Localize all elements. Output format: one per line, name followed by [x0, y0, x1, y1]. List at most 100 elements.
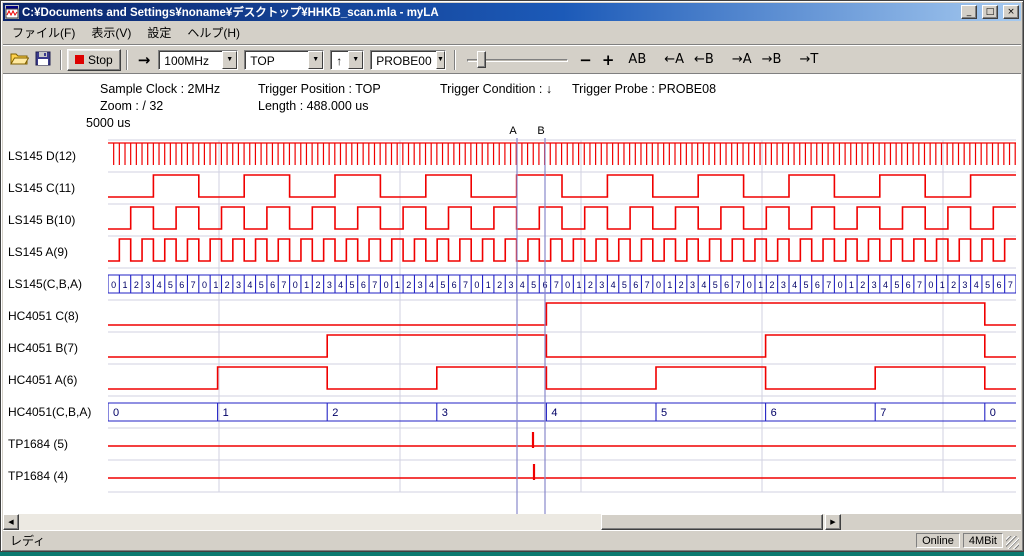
bus-value: 1 — [758, 280, 763, 290]
chevron-down-icon[interactable]: ▼ — [222, 51, 237, 69]
menu-view[interactable]: 表示(V) — [83, 21, 139, 44]
trigger-condition-info: Trigger Condition : ↓ — [440, 82, 552, 96]
scrollbar-thumb[interactable] — [601, 514, 823, 530]
trace-bit — [108, 367, 1016, 389]
channel-label: HC4051 A(6) — [8, 372, 77, 388]
bus-value: 4 — [883, 280, 888, 290]
scroll-left-button[interactable]: ◀ — [3, 514, 19, 530]
goto-a-left-button[interactable]: ←A — [659, 50, 689, 69]
bus-value: 7 — [735, 280, 740, 290]
app-window: C:¥Documents and Settings¥noname¥デスクトップ¥… — [0, 0, 1024, 552]
zoom-info: Zoom : / 32 — [100, 99, 163, 113]
menu-settings[interactable]: 設定 — [139, 21, 179, 44]
bus-value: 5 — [531, 280, 536, 290]
stop-icon — [75, 55, 84, 64]
bus-value: 0 — [565, 280, 570, 290]
chevron-down-icon[interactable]: ▼ — [348, 51, 363, 69]
zoom-slider[interactable] — [465, 49, 570, 71]
bus-value: 0 — [202, 280, 207, 290]
save-button[interactable] — [31, 49, 55, 71]
stop-button[interactable]: Stop — [67, 49, 121, 71]
chevron-down-icon[interactable]: ▼ — [308, 51, 323, 69]
trigger-probe-select[interactable]: PROBE00 ▼ — [370, 50, 446, 70]
cursor-b-label: B — [537, 125, 544, 137]
trace-bit — [108, 335, 1016, 357]
sample-clock-select[interactable]: 100MHz ▼ — [158, 50, 238, 70]
bus-value: 6 — [996, 280, 1001, 290]
title-bar: C:¥Documents and Settings¥noname¥デスクトップ¥… — [3, 3, 1021, 21]
goto-trigger-button[interactable]: →T — [794, 50, 823, 69]
chevron-down-icon[interactable]: ▼ — [436, 51, 446, 69]
scroll-right-button[interactable]: ▶ — [825, 514, 841, 530]
bus-value: 4 — [701, 280, 706, 290]
channel-label: HC4051 B(7) — [8, 340, 78, 356]
bus-value: 6 — [815, 280, 820, 290]
channel-label: LS145(C,B,A) — [8, 276, 82, 292]
zoom-in-button[interactable]: + — [597, 49, 620, 71]
bus-value: 5 — [259, 280, 264, 290]
zoom-slider-thumb[interactable] — [477, 51, 486, 68]
bus-value: 0 — [656, 280, 661, 290]
bus-value: 4 — [551, 407, 557, 419]
trigger-probe-value: PROBE00 — [371, 51, 435, 69]
bus-value: 2 — [679, 280, 684, 290]
horizontal-scrollbar-area: ◀ ▶ — [3, 514, 1021, 530]
sample-clock-value: 100MHz — [159, 51, 222, 69]
channel-label: LS145 B(10) — [8, 212, 75, 228]
run-button[interactable]: → — [133, 49, 156, 71]
bus-value: 2 — [315, 280, 320, 290]
bus-value: 4 — [611, 280, 616, 290]
bus-value: 7 — [917, 280, 922, 290]
goto-b-left-button[interactable]: ←B — [689, 50, 719, 69]
bus-value: 3 — [962, 280, 967, 290]
main-content: Sample Clock : 2MHz Trigger Position : T… — [3, 74, 1021, 514]
menu-help[interactable]: ヘルプ(H) — [179, 21, 248, 44]
bus-value: 0 — [384, 280, 389, 290]
memory-status: 4MBit — [963, 533, 1003, 548]
trigger-position-info: Trigger Position : TOP — [258, 82, 381, 96]
window-title: C:¥Documents and Settings¥noname¥デスクトップ¥… — [22, 4, 956, 20]
bus-value: 2 — [497, 280, 502, 290]
trace-bit — [108, 207, 1016, 229]
bus-value: 6 — [452, 280, 457, 290]
trigger-position-select[interactable]: TOP ▼ — [244, 50, 324, 70]
maximize-button[interactable]: □ — [982, 5, 998, 19]
close-button[interactable]: × — [1003, 5, 1019, 19]
toolbar-separator — [454, 50, 456, 70]
bus-value: 7 — [372, 280, 377, 290]
bus-value: 5 — [894, 280, 899, 290]
bus-value: 3 — [145, 280, 150, 290]
channel-label: TP1684 (5) — [8, 436, 68, 452]
trace-strobe — [108, 143, 1016, 165]
bus-value: 1 — [213, 280, 218, 290]
ab-button[interactable]: AB — [623, 50, 651, 69]
trigger-edge-select[interactable]: ↑ ▼ — [330, 50, 364, 70]
goto-b-right-button[interactable]: →B — [757, 50, 787, 69]
resize-grip[interactable] — [1006, 536, 1019, 549]
bus-value: 6 — [270, 280, 275, 290]
bus-value: 7 — [281, 280, 286, 290]
trigger-probe-info: Trigger Probe : PROBE08 — [572, 82, 716, 96]
bus-value: 3 — [418, 280, 423, 290]
bus-value: 4 — [247, 280, 252, 290]
trigger-edge-value: ↑ — [331, 51, 348, 69]
open-file-button[interactable] — [7, 49, 31, 71]
bus-value: 0 — [293, 280, 298, 290]
open-folder-icon — [10, 51, 29, 65]
floppy-icon — [35, 51, 51, 66]
bus-value: 1 — [486, 280, 491, 290]
bus-value: 3 — [442, 407, 448, 419]
bus-value: 2 — [406, 280, 411, 290]
zoom-out-button[interactable]: − — [574, 49, 597, 71]
bus-value: 3 — [508, 280, 513, 290]
bus-value: 4 — [338, 280, 343, 290]
bus-value: 6 — [906, 280, 911, 290]
menu-bar: ファイル(F) 表示(V) 設定 ヘルプ(H) — [3, 21, 1021, 45]
goto-a-right-button[interactable]: →A — [727, 50, 757, 69]
bus-value: 4 — [792, 280, 797, 290]
minimize-button[interactable]: _ — [961, 5, 977, 19]
bus-value: 3 — [327, 280, 332, 290]
menu-file[interactable]: ファイル(F) — [4, 21, 83, 44]
bus-value: 3 — [236, 280, 241, 290]
trace-bit — [108, 175, 1016, 197]
